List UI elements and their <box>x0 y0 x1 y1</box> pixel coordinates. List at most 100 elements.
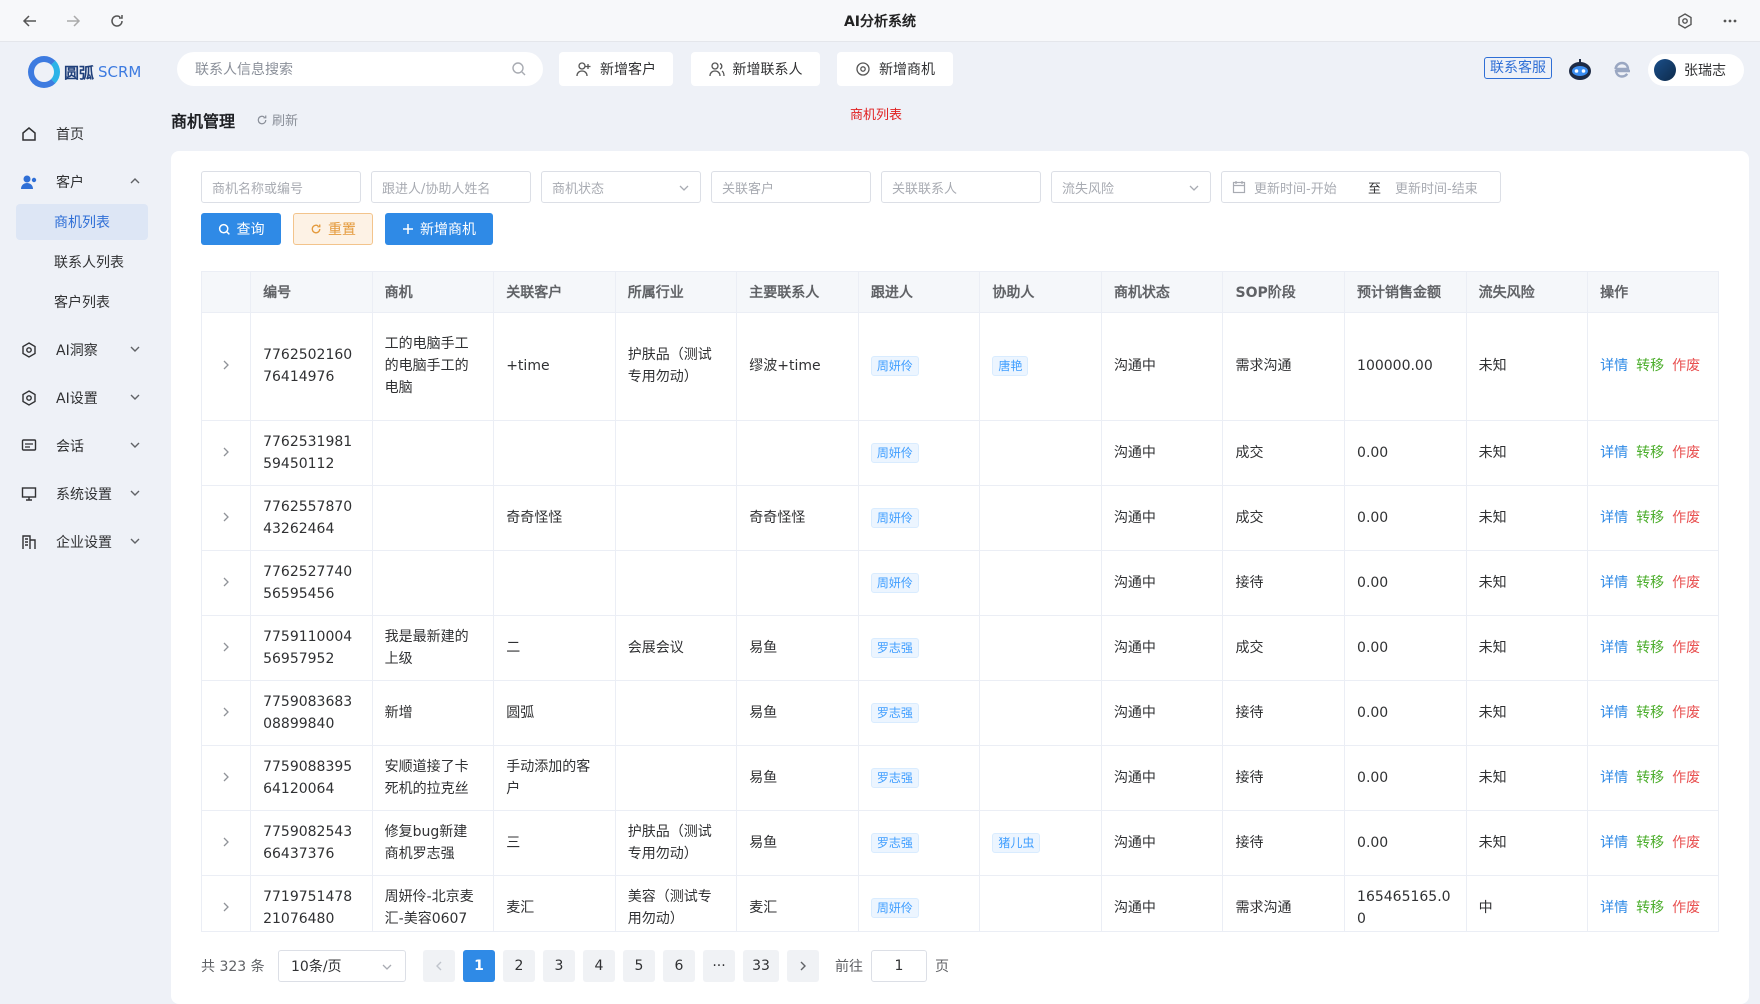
transfer-link[interactable]: 转移 <box>1636 705 1664 721</box>
detail-link[interactable]: 详情 <box>1600 770 1628 786</box>
chevron-down-icon <box>130 490 140 496</box>
void-link[interactable]: 作废 <box>1672 900 1700 916</box>
transfer-link[interactable]: 转移 <box>1636 510 1664 526</box>
void-link[interactable]: 作废 <box>1672 640 1700 656</box>
add-opportunity-button[interactable]: 新增商机 <box>385 213 493 245</box>
sidebar-item-enterprise-settings[interactable]: 企业设置 <box>16 524 148 560</box>
sidebar-item-home[interactable]: 首页 <box>16 116 148 152</box>
app-logo[interactable]: 圆弧 SCRM <box>28 52 141 92</box>
transfer-link[interactable]: 转移 <box>1636 575 1664 591</box>
opportunity-table: 编号 商机 关联客户 所属行业 主要联系人 跟进人 协助人 商机状态 SOP阶段… <box>201 271 1719 932</box>
detail-link[interactable]: 详情 <box>1600 835 1628 851</box>
detail-link[interactable]: 详情 <box>1600 575 1628 591</box>
filter-name-input[interactable]: 商机名称或编号 <box>201 171 361 203</box>
filter-risk-select[interactable]: 流失风险 <box>1051 171 1211 203</box>
sidebar-item-ai-settings[interactable]: AI设置 <box>16 380 148 416</box>
sidebar-item-contact-list[interactable]: 联系人列表 <box>16 244 148 280</box>
page-button-1[interactable]: 1 <box>463 950 495 982</box>
user-menu[interactable]: 张瑞志 <box>1648 54 1744 86</box>
filter-date-range[interactable]: 更新时间-开始 至 更新时间-结束 <box>1221 171 1501 203</box>
transfer-link[interactable]: 转移 <box>1636 358 1664 374</box>
void-link[interactable]: 作废 <box>1672 575 1700 591</box>
page-button-2[interactable]: 2 <box>503 950 535 982</box>
page-button-4[interactable]: 4 <box>583 950 615 982</box>
refresh-button[interactable]: 刷新 <box>256 110 298 129</box>
table-row[interactable]: 776255787043262464 奇奇怪怪 奇奇怪怪 周妍伶 沟通中 成交 0.00 未知… <box>202 485 1718 551</box>
detail-link[interactable]: 详情 <box>1600 510 1628 526</box>
filter-customer-input[interactable]: 关联客户 <box>711 171 871 203</box>
search-icon[interactable] <box>511 61 527 77</box>
transfer-link[interactable]: 转移 <box>1636 900 1664 916</box>
sidebar-item-conversation[interactable]: 会话 <box>16 428 148 464</box>
transfer-link[interactable]: 转移 <box>1636 835 1664 851</box>
expand-row-button[interactable] <box>202 420 252 486</box>
contact-search-input[interactable]: 联系人信息搜索 <box>177 52 543 86</box>
expand-row-button[interactable] <box>202 745 252 811</box>
expand-row-button[interactable] <box>202 485 252 551</box>
more-icon[interactable] <box>1718 9 1742 33</box>
page-ellipsis[interactable]: ··· <box>703 950 735 982</box>
transfer-link[interactable]: 转移 <box>1636 770 1664 786</box>
expand-row-button[interactable] <box>202 810 252 876</box>
expand-row-button[interactable] <box>202 680 252 746</box>
void-link[interactable]: 作废 <box>1672 358 1700 374</box>
table-row[interactable]: 775908839564120064 安顺道接了卡死机的拉克丝 手动添加的客户 易鱼罗… <box>202 745 1718 811</box>
cell-industry: 护肤品（测试专用勿动） <box>615 312 738 421</box>
transfer-link[interactable]: 转移 <box>1636 445 1664 461</box>
table-row[interactable]: 776253198159450112 周妍伶 沟通中 成交 0.00 未知 详情 转移 作废 <box>202 420 1718 486</box>
page-button-3[interactable]: 3 <box>543 950 575 982</box>
browser-e-icon[interactable] <box>1610 58 1634 82</box>
expand-row-button[interactable] <box>202 550 252 616</box>
extension-icon[interactable] <box>1673 9 1697 33</box>
expand-row-button[interactable] <box>202 875 252 931</box>
new-contact-button[interactable]: 新增联系人 <box>691 52 820 86</box>
table-row[interactable]: 771975147821076480 周妍伶-北京麦汇-美容0607 麦汇 美容（测试… <box>202 875 1718 931</box>
sidebar-item-customer[interactable]: 客户 <box>16 164 148 200</box>
add-user-icon <box>576 62 591 77</box>
page-button-33[interactable]: 33 <box>743 950 779 982</box>
new-opportunity-header-button[interactable]: 新增商机 <box>837 52 953 86</box>
cell-follower: 罗志强 <box>858 680 981 746</box>
sidebar-item-ai-insight[interactable]: AI洞察 <box>16 332 148 368</box>
page-button-5[interactable]: 5 <box>623 950 655 982</box>
prev-page-button[interactable] <box>423 950 455 982</box>
table-row[interactable]: 775908254366437376 修复bug新建商机罗志强三护肤品（测试专用勿… <box>202 810 1718 876</box>
table-row[interactable]: 775908368308899840 新增 圆弧 易鱼 罗志强 沟通中 接待 0.00 未知 详情… <box>202 680 1718 746</box>
cell-opportunity: 修复bug新建商机罗志强 <box>372 810 495 876</box>
detail-link[interactable]: 详情 <box>1600 705 1628 721</box>
void-link[interactable]: 作废 <box>1672 705 1700 721</box>
table-row[interactable]: 776252774056595456 周妍伶 沟通中 接待 0.00 未知 详情 转移 作废 <box>202 550 1718 616</box>
expand-row-button[interactable] <box>202 312 252 421</box>
filter-status-select[interactable]: 商机状态 <box>541 171 701 203</box>
reset-button[interactable]: 重置 <box>293 213 373 245</box>
robot-assistant-icon[interactable] <box>1566 56 1594 84</box>
page-size-select[interactable]: 10条/页 <box>278 950 406 982</box>
detail-link[interactable]: 详情 <box>1600 640 1628 656</box>
sidebar-item-opportunity-list[interactable]: 商机列表 <box>16 204 148 240</box>
detail-link[interactable]: 详情 <box>1600 445 1628 461</box>
column-header-industry: 所属行业 <box>615 272 738 313</box>
query-button[interactable]: 查询 <box>201 213 281 245</box>
sidebar-item-customer-list[interactable]: 客户列表 <box>16 284 148 320</box>
detail-link[interactable]: 详情 <box>1600 358 1628 374</box>
monitor-icon <box>20 485 38 503</box>
void-link[interactable]: 作废 <box>1672 770 1700 786</box>
cell-customer: 三 <box>493 810 616 876</box>
filter-follower-input[interactable]: 跟进人/协助人姓名 <box>371 171 531 203</box>
void-link[interactable]: 作废 <box>1672 445 1700 461</box>
sidebar-item-system-settings[interactable]: 系统设置 <box>16 476 148 512</box>
expand-row-button[interactable] <box>202 615 252 681</box>
next-page-button[interactable] <box>787 950 819 982</box>
void-link[interactable]: 作废 <box>1672 835 1700 851</box>
void-link[interactable]: 作废 <box>1672 510 1700 526</box>
filter-contact-input[interactable]: 关联联系人 <box>881 171 1041 203</box>
detail-link[interactable]: 详情 <box>1600 900 1628 916</box>
table-row[interactable]: 776250216076414976 工的电脑手工的电脑手工的电脑 +time 护肤品… <box>202 312 1718 421</box>
follower-tag: 罗志强 <box>870 767 919 788</box>
transfer-link[interactable]: 转移 <box>1636 640 1664 656</box>
contact-service-button[interactable]: 联系客服 <box>1484 57 1552 79</box>
page-button-6[interactable]: 6 <box>663 950 695 982</box>
new-customer-button[interactable]: 新增客户 <box>559 52 673 86</box>
table-row[interactable]: 775911000456957952 我是最新建的上级二会展会议 易鱼 罗志强 沟通中成… <box>202 615 1718 681</box>
goto-page-input[interactable]: 1 <box>871 950 927 982</box>
